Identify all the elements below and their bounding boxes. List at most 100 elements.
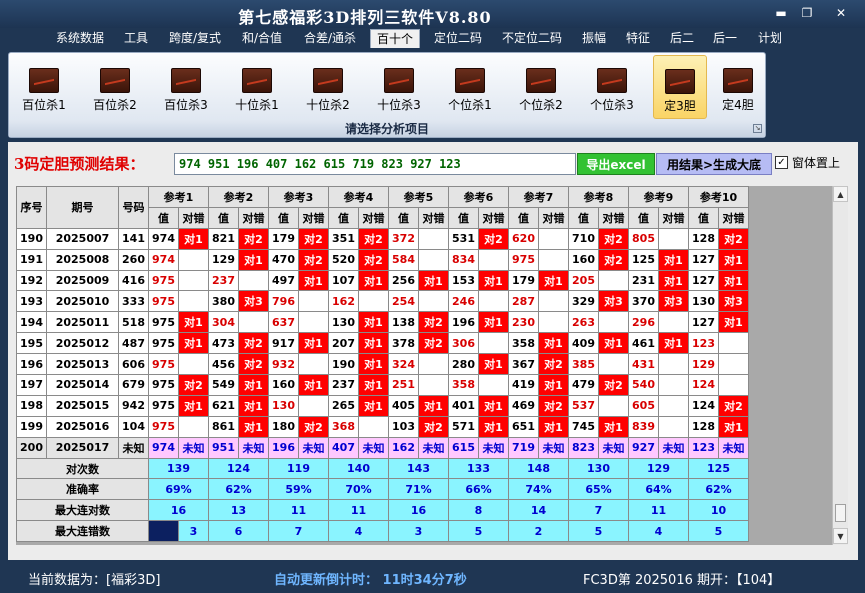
ribbon-button-2[interactable]: 百位杀2 — [88, 55, 142, 119]
scroll-down-icon[interactable]: ▼ — [833, 528, 848, 544]
col-header-value[interactable]: 值 — [508, 206, 539, 229]
col-header-value[interactable]: 值 — [388, 206, 419, 229]
generate-base-button[interactable]: 用结果>生成大底 — [656, 153, 772, 175]
cell-match: 未知 — [238, 436, 269, 459]
col-header-value[interactable]: 值 — [208, 206, 239, 229]
restore-icon[interactable]: ❐ — [796, 4, 818, 22]
menu-item-13[interactable]: 计划 — [753, 29, 787, 48]
close-icon[interactable]: ✕ — [830, 4, 852, 22]
cell-value: 160 — [568, 248, 599, 271]
table-row[interactable]: 197 2025014 679 975 对2 549 对1 160 对1 237 对1 251 358 4… — [16, 374, 749, 396]
col-header-match[interactable]: 对错 — [478, 206, 509, 229]
cell-value: 431 — [628, 353, 659, 376]
col-header-ref-9[interactable]: 参考9 — [628, 186, 689, 208]
ribbon-button-9[interactable]: 个位杀3 — [585, 55, 639, 119]
col-header-value[interactable]: 值 — [328, 206, 359, 229]
table-row[interactable]: 198 2025015 942 975 对1 621 对1 130 265 对1 405 对1 401 对… — [16, 394, 749, 417]
col-header-match[interactable]: 对错 — [238, 206, 269, 229]
cell-match: 对1 — [178, 332, 209, 355]
col-header-ref-3[interactable]: 参考3 — [268, 186, 329, 208]
ribbon-button-7[interactable]: 个位杀1 — [443, 55, 497, 119]
scroll-thumb[interactable] — [835, 504, 846, 522]
cell-match: 对1 — [178, 311, 209, 334]
col-header-ref-5[interactable]: 参考5 — [388, 186, 449, 208]
cell-match — [298, 311, 329, 334]
col-header-match[interactable]: 对错 — [598, 206, 629, 229]
table-row[interactable]: 190 2025007 141 974 对1 821 对2 179 对2 351 对2 372 531 对… — [16, 227, 749, 250]
cell-value: 254 — [388, 290, 419, 313]
col-header-value[interactable]: 值 — [628, 206, 659, 229]
ribbon-button-8[interactable]: 个位杀2 — [514, 55, 568, 119]
result-field[interactable]: 974 951 196 407 162 615 719 823 927 123 — [174, 153, 576, 175]
ribbon-button-4[interactable]: 十位杀1 — [230, 55, 284, 119]
topmost-checkbox[interactable]: ✓ — [775, 156, 788, 169]
table-row[interactable]: 200 2025017 未知 974 未知 951 未知 196 未知 407 未知 162 未知 615… — [16, 436, 749, 459]
cell-match: 对1 — [298, 332, 329, 355]
col-header-ref-6[interactable]: 参考6 — [448, 186, 509, 208]
menu-item-4[interactable]: 和/合值 — [237, 29, 287, 48]
menu-item-6[interactable]: 百十个 — [370, 29, 420, 48]
table-row[interactable]: 193 2025010 333 975 380 对3 796 162 254 246 287 329 对… — [16, 290, 749, 313]
col-header-value[interactable]: 值 — [688, 206, 719, 229]
table-row[interactable]: 199 2025016 104 975 861 对1 180 对2 368 103 对2 571 对1 6… — [16, 415, 749, 438]
cell-value: 745 — [568, 415, 599, 438]
vertical-scrollbar[interactable]: ▲ ▼ — [832, 186, 848, 545]
ribbon-button-11[interactable]: 定4胆 — [711, 55, 765, 119]
table-row[interactable]: 195 2025012 487 975 对1 473 对2 917 对1 207 对1 378 对2 30… — [16, 332, 749, 355]
menu-item-2[interactable]: 工具 — [119, 29, 153, 48]
menu-item-7[interactable]: 定位二码 — [428, 29, 488, 48]
menu-item-9[interactable]: 振幅 — [576, 29, 612, 48]
cell-match — [358, 415, 389, 438]
menu-item-3[interactable]: 跨度/复式 — [164, 29, 226, 48]
col-header-match[interactable]: 对错 — [418, 206, 449, 229]
cell-number: 606 — [118, 353, 149, 376]
col-header-ref-7[interactable]: 参考7 — [508, 186, 569, 208]
table-row[interactable]: 192 2025009 416 975 237 497 对1 107 对1 256 对1 153 对1 1… — [16, 269, 749, 292]
col-header-match[interactable]: 对错 — [718, 206, 749, 229]
menu-item-8[interactable]: 不定位二码 — [497, 29, 567, 48]
col-header-match[interactable]: 对错 — [178, 206, 209, 229]
ribbon-button-1[interactable]: 百位杀1 — [17, 55, 71, 119]
col-header-match[interactable]: 对错 — [658, 206, 689, 229]
col-header-match[interactable]: 对错 — [538, 206, 569, 229]
menu-item-12[interactable]: 后一 — [709, 29, 741, 48]
menu-item-5[interactable]: 合差/通杀 — [299, 29, 361, 48]
cell-match: 对3 — [238, 290, 269, 313]
cell-match: 对1 — [658, 332, 689, 355]
col-header-ref-2[interactable]: 参考2 — [208, 186, 269, 208]
export-excel-button[interactable]: 导出excel — [577, 153, 655, 175]
col-header-value[interactable]: 值 — [268, 206, 299, 229]
col-header-seq[interactable]: 序号 — [16, 186, 47, 229]
col-header-value[interactable]: 值 — [568, 206, 599, 229]
selected-cell[interactable] — [148, 520, 179, 543]
cell-value: 125 — [628, 248, 659, 271]
col-header-period[interactable]: 期号 — [46, 186, 119, 229]
col-header-ref-1[interactable]: 参考1 — [148, 186, 209, 208]
table-row[interactable]: 194 2025011 518 975 对1 304 637 130 对1 138 对2 196 对1 2… — [16, 311, 749, 334]
ribbon-button-6[interactable]: 十位杀3 — [372, 55, 426, 119]
table-row[interactable]: 191 2025008 260 974 129 对1 470 对2 520 对2 584 834 975… — [16, 248, 749, 271]
ribbon-button-5[interactable]: 十位杀2 — [301, 55, 355, 119]
stats-value: 3 — [388, 520, 449, 543]
col-header-match[interactable]: 对错 — [358, 206, 389, 229]
minimize-icon[interactable]: ▬ — [770, 4, 792, 22]
cell-value: 834 — [448, 248, 479, 271]
menu-item-10[interactable]: 特征 — [620, 29, 656, 48]
menu-item-11[interactable]: 后二 — [666, 29, 698, 48]
ribbon-button-10[interactable]: 定3胆 — [653, 55, 707, 119]
cell-match — [358, 290, 389, 313]
col-header-ref-4[interactable]: 参考4 — [328, 186, 389, 208]
col-header-number[interactable]: 号码 — [118, 186, 149, 229]
table-row[interactable]: 196 2025013 606 975 456 对2 932 190 对1 324 280 对1 367… — [16, 353, 749, 376]
cell-value: 296 — [628, 311, 659, 334]
col-header-value[interactable]: 值 — [448, 206, 479, 229]
menu-item-1[interactable]: 系统数据 — [52, 29, 108, 48]
col-header-ref-10[interactable]: 参考10 — [688, 186, 749, 208]
ribbon-button-3[interactable]: 百位杀3 — [159, 55, 213, 119]
content-panel: 3码定胆预测结果： 974 951 196 407 162 615 719 82… — [8, 142, 858, 560]
col-header-ref-8[interactable]: 参考8 — [568, 186, 629, 208]
col-header-value[interactable]: 值 — [148, 206, 179, 229]
scroll-up-icon[interactable]: ▲ — [833, 186, 848, 202]
col-header-match[interactable]: 对错 — [298, 206, 329, 229]
ribbon-launcher-icon[interactable]: ↘ — [753, 124, 762, 133]
